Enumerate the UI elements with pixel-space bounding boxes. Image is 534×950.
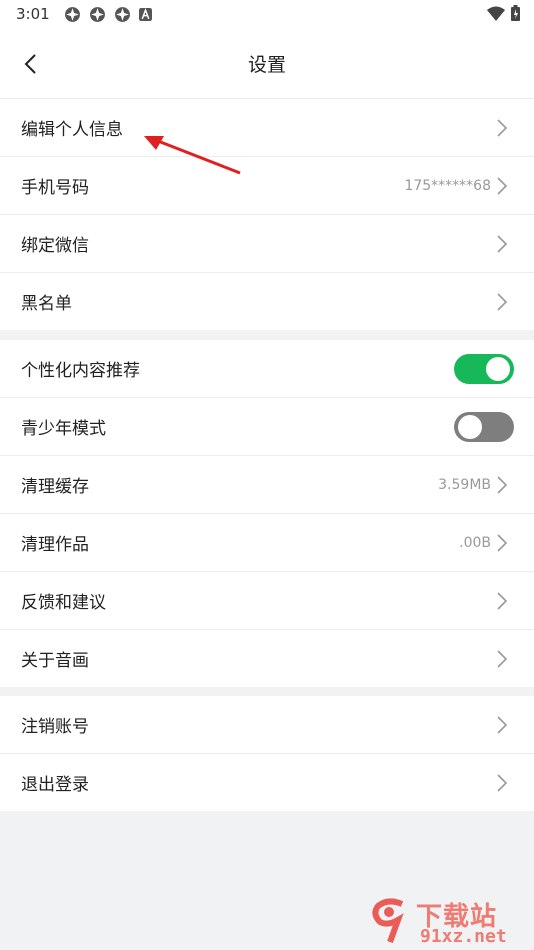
row-value: 175******68 — [404, 177, 491, 194]
chevron-right-icon — [497, 774, 508, 792]
row-phone-number[interactable]: 手机号码 175******68 — [0, 157, 534, 215]
status-bar: 3:01 — [0, 0, 534, 28]
row-personalized-recommendation: 个性化内容推荐 — [0, 340, 534, 398]
chevron-right-icon — [497, 534, 508, 552]
row-label: 清理作品 — [21, 535, 89, 555]
row-label: 青少年模式 — [21, 419, 106, 439]
row-label: 反馈和建议 — [21, 593, 106, 613]
page-title: 设置 — [247, 54, 286, 76]
settings-group-session: 注销账号 退出登录 — [0, 696, 534, 811]
top-app-bar: 设置 — [0, 28, 534, 99]
row-label: 编辑个人信息 — [21, 120, 123, 140]
row-bind-wechat[interactable]: 绑定微信 — [0, 215, 534, 273]
row-label: 绑定微信 — [21, 236, 89, 256]
wifi-icon — [487, 6, 505, 21]
watermark-9-logo-icon — [372, 898, 404, 944]
row-clear-cache[interactable]: 清理缓存 3.59MB — [0, 456, 534, 514]
row-label: 退出登录 — [21, 775, 89, 795]
settings-group-account: 编辑个人信息 手机号码 175******68 绑定微信 黑名单 — [0, 99, 534, 330]
chevron-right-icon — [497, 650, 508, 668]
row-teen-mode: 青少年模式 — [0, 398, 534, 456]
app-notification-icon — [64, 6, 80, 22]
row-feedback[interactable]: 反馈和建议 — [0, 572, 534, 630]
battery-icon — [511, 5, 520, 21]
watermark-text-bottom: 91xz.net — [420, 926, 507, 947]
app-notification-icon — [89, 6, 105, 22]
row-label: 黑名单 — [21, 294, 72, 314]
row-blacklist[interactable]: 黑名单 — [0, 273, 534, 330]
chevron-right-icon — [497, 476, 508, 494]
settings-group-general: 个性化内容推荐 青少年模式 清理缓存 3.59MB 清理作品 .00B 反馈和建… — [0, 340, 534, 687]
row-label: 关于音画 — [21, 651, 89, 671]
teen-mode-toggle[interactable] — [454, 411, 514, 442]
row-value: .00B — [459, 534, 491, 551]
a-notification-icon — [138, 7, 152, 21]
row-edit-profile[interactable]: 编辑个人信息 — [0, 99, 534, 157]
row-label: 清理缓存 — [21, 477, 89, 497]
chevron-right-icon — [497, 293, 508, 311]
row-cancel-account[interactable]: 注销账号 — [0, 696, 534, 754]
row-value: 3.59MB — [438, 476, 491, 493]
watermark-logo: 下载站 91xz.net — [368, 896, 528, 947]
row-about[interactable]: 关于音画 — [0, 630, 534, 687]
row-label: 注销账号 — [21, 717, 89, 737]
chevron-right-icon — [497, 119, 508, 137]
toggle-knob — [486, 356, 510, 381]
toggle-knob — [458, 414, 482, 439]
status-notification-icons — [64, 6, 152, 23]
row-label: 个性化内容推荐 — [21, 361, 140, 381]
chevron-right-icon — [497, 235, 508, 253]
row-logout[interactable]: 退出登录 — [0, 754, 534, 811]
personalized-recommendation-toggle[interactable] — [454, 353, 514, 384]
chevron-right-icon — [497, 592, 508, 610]
row-label: 手机号码 — [21, 178, 89, 198]
chevron-right-icon — [497, 716, 508, 734]
app-notification-icon — [114, 6, 130, 22]
chevron-right-icon — [497, 177, 508, 195]
row-clear-works[interactable]: 清理作品 .00B — [0, 514, 534, 572]
status-time: 3:01 — [16, 5, 50, 23]
